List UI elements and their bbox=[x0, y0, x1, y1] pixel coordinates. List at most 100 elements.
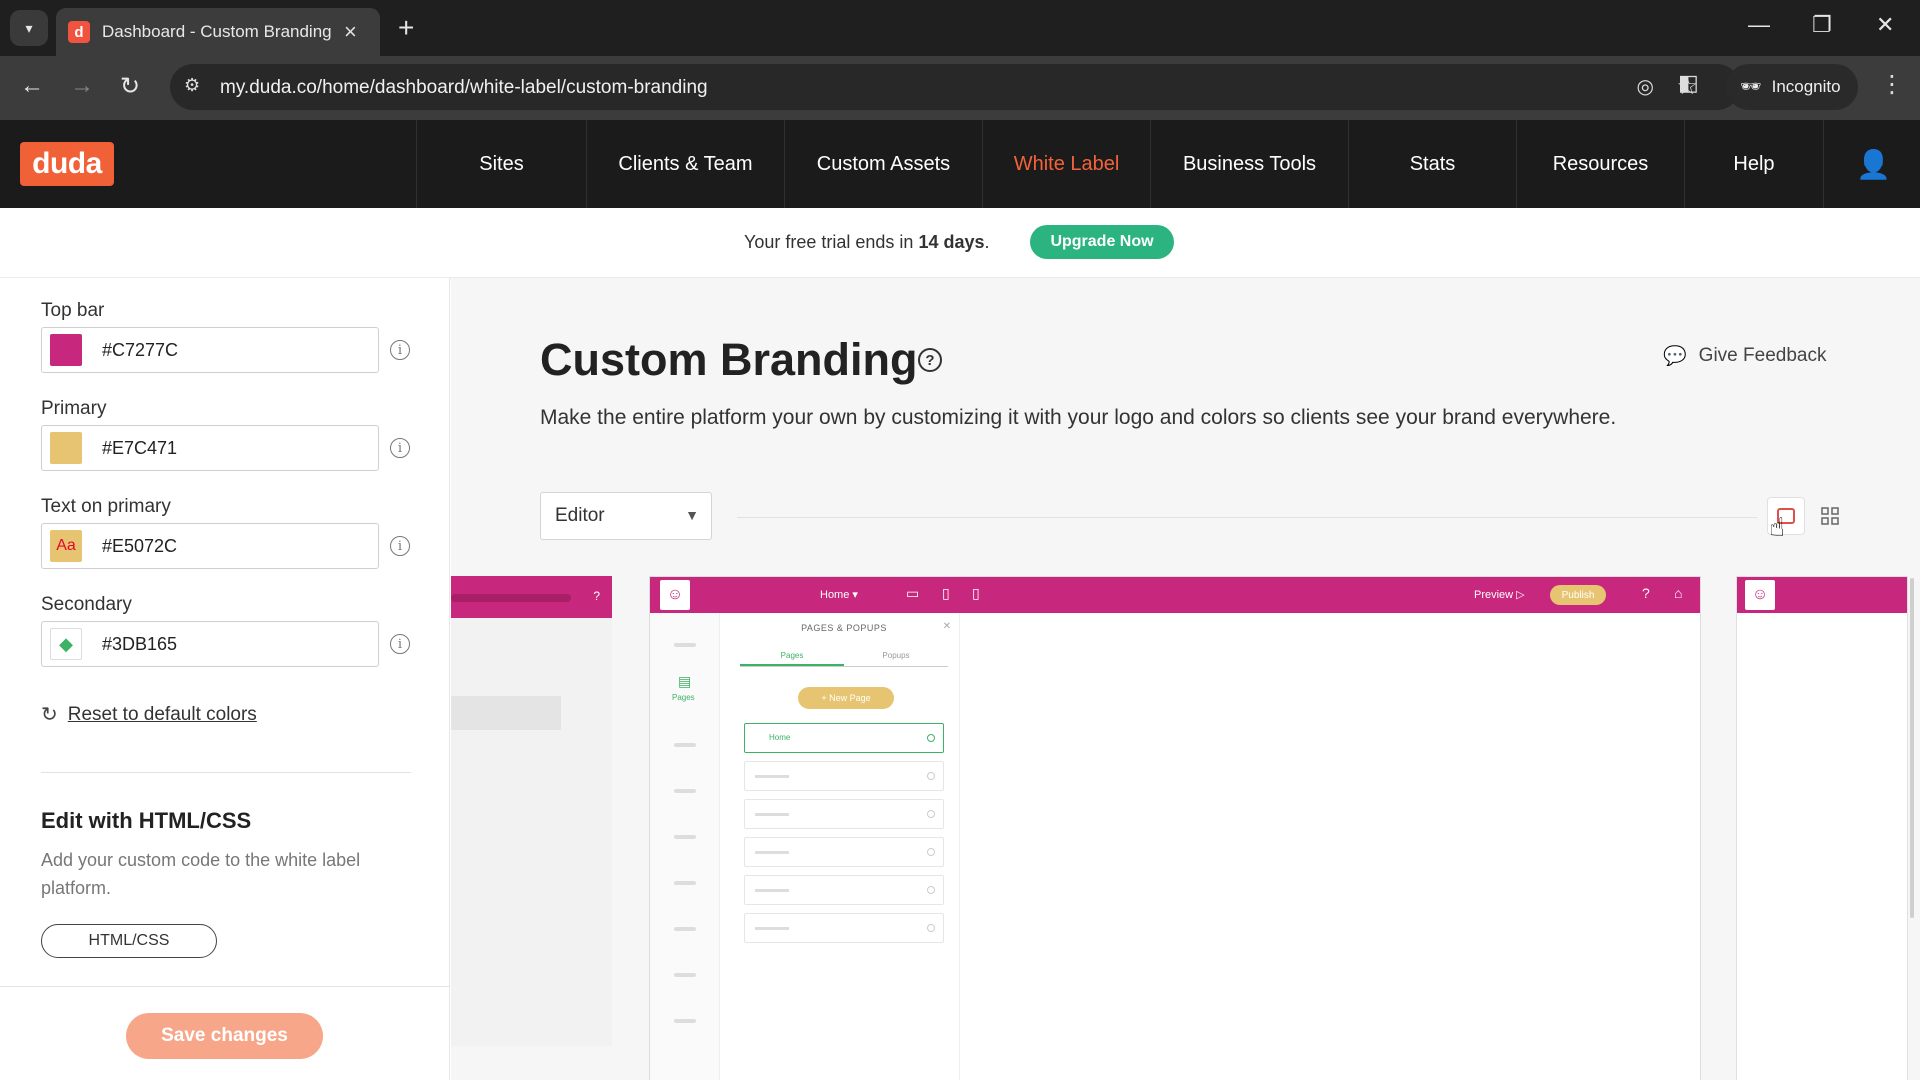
primary-color-input[interactable]: #E7C471 bbox=[41, 425, 379, 471]
top-bar-swatch[interactable] bbox=[50, 334, 82, 366]
reset-label[interactable]: Reset to default colors bbox=[68, 704, 257, 726]
secondary-color-input[interactable]: ◆ #3DB165 bbox=[41, 621, 379, 667]
give-feedback-label[interactable]: Give Feedback bbox=[1699, 345, 1827, 367]
duda-logo[interactable]: duda bbox=[20, 142, 114, 186]
main-nav: Sites Clients & Team Custom Assets White… bbox=[416, 120, 1824, 208]
nav-custom-assets[interactable]: Custom Assets bbox=[784, 120, 982, 208]
nav-stats[interactable]: Stats bbox=[1348, 120, 1516, 208]
new-tab-icon[interactable]: + bbox=[398, 12, 414, 44]
reload-icon[interactable]: ↻ bbox=[120, 72, 140, 101]
trial-text: Your free trial ends in 14 days. bbox=[744, 232, 990, 252]
text-on-primary-label: Text on primary bbox=[41, 496, 171, 517]
preview-top-bar: ? bbox=[451, 576, 612, 618]
info-icon[interactable]: i bbox=[390, 536, 410, 556]
divider bbox=[737, 517, 1757, 518]
page-description: Make the entire platform your own by cus… bbox=[540, 406, 1617, 429]
upgrade-now-button[interactable]: Upgrade Now bbox=[1030, 225, 1174, 259]
scrollbar[interactable] bbox=[1910, 578, 1914, 918]
text-on-primary-swatch[interactable]: Aa bbox=[50, 530, 82, 562]
top-bar-color-input[interactable]: #C7277C bbox=[41, 327, 379, 373]
help-icon: ? bbox=[593, 589, 600, 603]
user-account-icon[interactable]: 👤 bbox=[1856, 148, 1891, 181]
mobile-icon: ▯ bbox=[972, 585, 980, 601]
divider bbox=[41, 772, 411, 773]
nav-sites[interactable]: Sites bbox=[416, 120, 586, 208]
url-text[interactable]: my.duda.co/home/dashboard/white-label/cu… bbox=[220, 77, 708, 99]
app-header: duda Sites Clients & Team Custom Assets … bbox=[0, 120, 1920, 208]
nav-business-tools[interactable]: Business Tools bbox=[1150, 120, 1348, 208]
info-icon[interactable]: i bbox=[390, 438, 410, 458]
preview-card-right[interactable]: ☺ bbox=[1736, 576, 1908, 1080]
browser-menu-icon[interactable]: ⋮ bbox=[1880, 70, 1904, 99]
html-css-section-description: Add your custom code to the white label … bbox=[41, 850, 361, 898]
html-css-button[interactable]: HTML/CSS bbox=[41, 924, 217, 958]
address-bar-row: ← → ↻ ⚙ my.duda.co/home/dashboard/white-… bbox=[0, 56, 1920, 120]
side-panel-icon[interactable]: ◧ bbox=[1678, 70, 1699, 96]
give-feedback-link[interactable]: 💬 Give Feedback bbox=[1663, 344, 1826, 368]
nav-white-label[interactable]: White Label bbox=[982, 120, 1150, 208]
nav-clients-team[interactable]: Clients & Team bbox=[586, 120, 784, 208]
top-bar-hex[interactable]: #C7277C bbox=[102, 340, 178, 361]
tablet-icon: ▯ bbox=[942, 585, 950, 601]
primary-swatch[interactable] bbox=[50, 432, 82, 464]
preview-page-row bbox=[744, 837, 944, 867]
info-icon[interactable]: i bbox=[390, 340, 410, 360]
preview-pages-panel: PAGES & POPUPS ✕ Pages Popups + New Page… bbox=[728, 613, 960, 1080]
primary-label: Primary bbox=[41, 398, 107, 419]
preview-home-dropdown: Home ▾ bbox=[820, 589, 858, 601]
preview-side-rail: ▤ Pages bbox=[650, 613, 720, 1080]
grid-view-button[interactable] bbox=[1811, 497, 1849, 535]
left-panel-footer: Save changes bbox=[0, 986, 450, 1080]
trial-banner: Your free trial ends in 14 days. Upgrade… bbox=[0, 208, 1920, 278]
close-window-icon[interactable]: ✕ bbox=[1876, 12, 1894, 38]
preview-page-row bbox=[744, 913, 944, 943]
info-icon[interactable]: i bbox=[390, 634, 410, 654]
chevron-down-icon: ▼ bbox=[685, 507, 699, 523]
rail-pages-label: Pages bbox=[672, 693, 695, 702]
restore-icon[interactable]: ❐ bbox=[1812, 12, 1832, 38]
secondary-swatch-diamond-icon[interactable]: ◆ bbox=[50, 628, 82, 660]
preview-page-row: Home bbox=[744, 723, 944, 753]
preview-view-select[interactable]: Editor ▼ bbox=[540, 492, 712, 540]
preview-page-row bbox=[744, 875, 944, 905]
help-icon: ? bbox=[1642, 585, 1650, 601]
preview-card-left[interactable]: ? bbox=[451, 576, 612, 1046]
incognito-badge[interactable]: 🕶 Incognito bbox=[1726, 64, 1858, 110]
reset-icon: ↻ bbox=[41, 704, 58, 726]
preview-page-row bbox=[744, 799, 944, 829]
tab-list-button[interactable]: ▾ bbox=[10, 10, 48, 46]
nav-help[interactable]: Help bbox=[1684, 120, 1824, 208]
incognito-icon: 🕶 bbox=[1740, 77, 1762, 96]
site-settings-icon[interactable]: ⚙ bbox=[184, 75, 200, 96]
omnibox[interactable]: ⚙ my.duda.co/home/dashboard/white-label/… bbox=[170, 64, 1740, 110]
text-on-primary-color-input[interactable]: Aa #E5072C bbox=[41, 523, 379, 569]
primary-hex[interactable]: #E7C471 bbox=[102, 438, 177, 459]
preview-top-bar: ☺ Home ▾ ▭ ▯ ▯ Preview ▷ Publish ? ⌂ bbox=[650, 577, 1700, 613]
eye-off-icon[interactable]: ◎ bbox=[1637, 74, 1654, 99]
minimize-icon[interactable]: — bbox=[1748, 12, 1770, 38]
secondary-hex[interactable]: #3DB165 bbox=[102, 634, 177, 655]
nav-resources[interactable]: Resources bbox=[1516, 120, 1684, 208]
top-bar-label: Top bar bbox=[41, 300, 105, 321]
forward-icon[interactable]: → bbox=[70, 72, 94, 100]
preview-top-bar: ☺ bbox=[1737, 577, 1907, 613]
page-title: Custom Branding bbox=[540, 334, 918, 385]
preview-logo-icon: ☺ bbox=[1745, 580, 1775, 610]
close-icon: ✕ bbox=[942, 621, 951, 632]
browser-tab[interactable]: d Dashboard - Custom Branding | × bbox=[56, 8, 380, 56]
preview-panel-title: PAGES & POPUPS bbox=[801, 623, 887, 633]
help-icon[interactable]: ? bbox=[918, 348, 942, 372]
text-on-primary-hex[interactable]: #E5072C bbox=[102, 536, 177, 557]
preview-label: Preview ▷ bbox=[1474, 589, 1525, 601]
preview-card-editor[interactable]: ☺ Home ▾ ▭ ▯ ▯ Preview ▷ Publish ? ⌂ ▤ P… bbox=[649, 576, 1701, 1080]
back-icon[interactable]: ← bbox=[20, 72, 44, 100]
preview-view-value: Editor bbox=[555, 505, 605, 526]
preview-logo-icon: ☺ bbox=[660, 580, 690, 610]
save-changes-button[interactable]: Save changes bbox=[126, 1013, 323, 1059]
preview-page-row bbox=[744, 761, 944, 791]
tab-close-icon[interactable]: × bbox=[344, 19, 357, 45]
reset-colors-link[interactable]: ↻ Reset to default colors bbox=[41, 702, 257, 727]
preview-publish-button: Publish bbox=[1550, 585, 1606, 605]
incognito-label: Incognito bbox=[1771, 77, 1841, 96]
pages-icon: ▤ bbox=[678, 673, 692, 689]
